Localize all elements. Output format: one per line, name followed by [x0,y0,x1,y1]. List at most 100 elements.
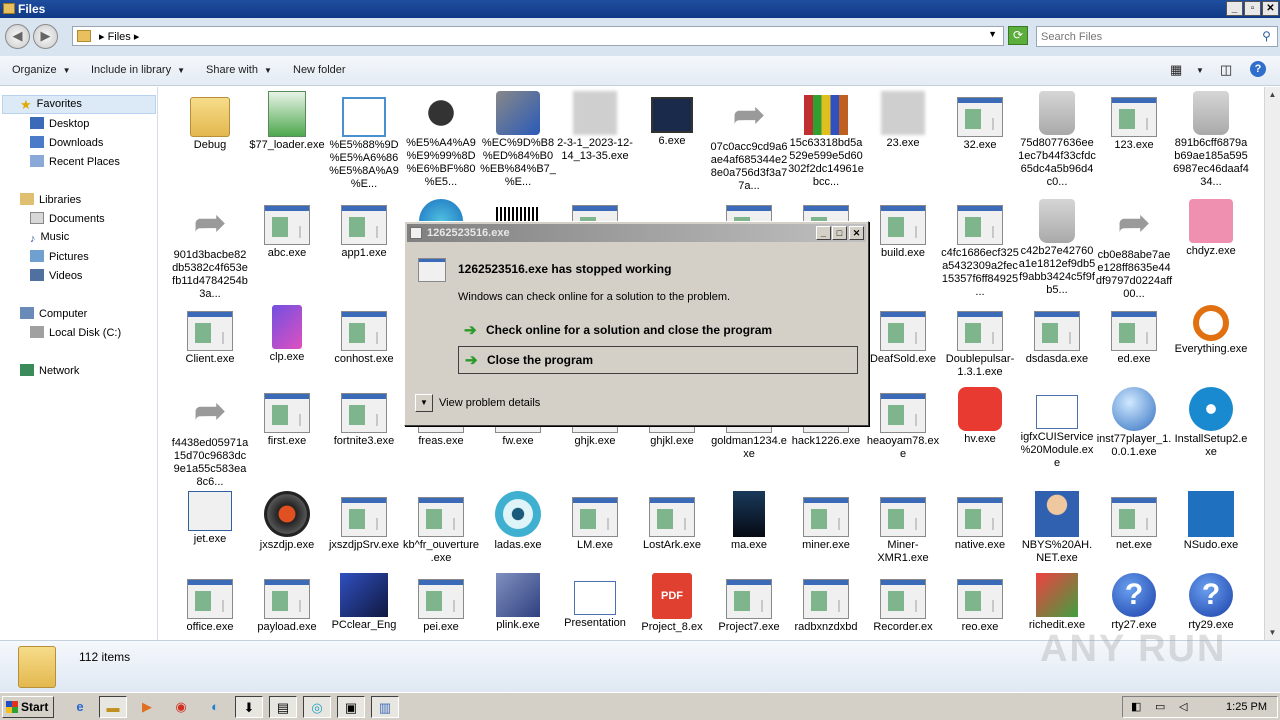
taskbar-app-button[interactable]: ▥ [371,696,399,718]
file-item[interactable]: LostArk.exe [633,491,711,552]
refresh-button[interactable]: ⟳ [1008,26,1028,45]
file-item[interactable]: first.exe [248,387,326,448]
file-item[interactable]: Everything.exe [1172,305,1250,356]
file-item[interactable]: 6.exe [633,91,711,148]
file-item[interactable]: office.exe [171,573,249,634]
sidebar-item-pictures[interactable]: Pictures [30,250,89,263]
back-button[interactable]: ◀ [5,24,30,49]
chrome-icon[interactable]: ◉ [167,696,195,718]
file-item[interactable]: ➦ 07c0acc9cd9a6ae4af685344e28e0a756d3f3a7… [710,91,788,193]
file-item[interactable]: build.exe [864,199,942,260]
sidebar-item-documents[interactable]: Documents [30,212,105,225]
file-item[interactable]: app1.exe [325,199,403,260]
file-item[interactable]: $77_loader.exe [248,91,326,152]
help-icon[interactable]: ? [1250,61,1266,77]
breadcrumb[interactable]: ▸ Files ▸ [99,30,139,43]
file-item[interactable]: pei.exe [402,573,480,634]
file-item[interactable]: clp.exe [248,305,326,364]
close-program-option[interactable]: ➔ Close the program [458,346,858,374]
minimize-button[interactable]: _ [1226,1,1243,16]
file-item[interactable]: abc.exe [248,199,326,260]
taskbar-app-button[interactable]: ⬇ [235,696,263,718]
sidebar-item-recent-places[interactable]: Recent Places [30,155,120,168]
file-item[interactable]: Debug [171,91,249,152]
sidebar-item-music[interactable]: ♪ Music [30,231,69,245]
search-input[interactable] [1041,29,1251,44]
file-item[interactable]: jxszdjpSrv.exe [325,491,403,552]
taskbar-app-button[interactable]: ▣ [337,696,365,718]
chevron-down-icon[interactable]: ▼ [415,394,433,413]
file-item[interactable]: %E5%88%9D%E5%A6%86%E5%8A%A9%E... [325,91,403,191]
file-item[interactable]: PCclear_Eng [325,573,403,632]
file-item[interactable]: ma.exe [710,491,788,552]
file-item[interactable]: igfxCUIService%20Module.exe [1018,387,1096,470]
file-item[interactable]: InstallSetup2.exe [1172,387,1250,459]
sidebar-item-desktop[interactable]: Desktop [30,117,89,130]
file-item[interactable]: PDF Project_8.ex [633,573,711,634]
file-item[interactable]: ➦ cb0e88abe7aee128ff8635e44df9797d0224aff… [1095,199,1173,301]
dialog-minimize-button[interactable]: _ [816,226,831,240]
file-item[interactable] [633,199,711,201]
file-item[interactable]: inst77player_1.0.0.1.exe [1095,387,1173,459]
new-folder-button[interactable]: New folder [293,64,346,76]
file-item[interactable]: conhost.exe [325,305,403,366]
media-player-icon[interactable]: ▶ [133,696,161,718]
file-item[interactable]: native.exe [941,491,1019,552]
maximize-button[interactable]: ▫ [1244,1,1261,16]
file-item[interactable]: plink.exe [479,573,557,632]
scroll-down-icon[interactable]: ▼ [1265,625,1280,640]
file-item[interactable]: LM.exe [556,491,634,552]
taskbar-app-button[interactable]: ◎ [303,696,331,718]
tray-icon[interactable]: ◧ [1131,700,1141,713]
close-button[interactable]: ✕ [1262,1,1279,16]
file-item[interactable]: 2-3-1_2023-12-14_13-35.exe [556,91,634,163]
scroll-up-icon[interactable]: ▲ [1265,87,1280,102]
sidebar-item-favorites[interactable]: ★ Favorites [20,97,82,112]
file-item[interactable]: 75d8077636ee1ec7b44f33cfdc65dc4a5b96d4c0… [1018,91,1096,189]
vertical-scrollbar[interactable]: ▲ ▼ [1264,87,1280,640]
file-item[interactable]: c42b27e42760a1e1812ef9db5f9abb3424c5f9fb… [1018,199,1096,297]
start-button[interactable]: Start [2,696,54,718]
file-item[interactable]: 23.exe [864,91,942,150]
file-item[interactable]: ? rty29.exe [1172,573,1250,632]
file-item[interactable]: dsdasda.exe [1018,305,1096,366]
view-problem-details[interactable]: ▼ View problem details [415,394,540,413]
file-item[interactable]: miner.exe [787,491,865,552]
file-item[interactable]: ed.exe [1095,305,1173,366]
file-item[interactable]: %E5%A4%A9%E9%99%8D%E6%BF%80%E5... [402,91,480,189]
sidebar-item-downloads[interactable]: Downloads [30,136,103,149]
file-item[interactable]: %EC%9D%B8%ED%84%B0%EB%84%B7_%E... [479,91,557,189]
address-bar[interactable]: ▸ Files ▸ ▼ [72,26,1004,46]
file-item[interactable]: Project7.exe [710,573,788,634]
file-item[interactable]: Recorder.ex [864,573,942,634]
file-item[interactable]: kb^fr_ouverture.exe [402,491,480,565]
chevron-down-icon[interactable]: ▼ [988,29,997,39]
file-item[interactable]: jet.exe [171,491,249,546]
file-item[interactable]: radbxnzdxbd [787,573,865,634]
explorer-taskbar-button[interactable]: ▬ [99,696,127,718]
check-online-option[interactable]: ➔ Check online for a solution and close t… [458,317,858,345]
file-item[interactable]: chdyz.exe [1172,199,1250,258]
file-item[interactable]: Client.exe [171,305,249,366]
file-item[interactable]: heaoyam78.exe [864,387,942,461]
share-with-button[interactable]: Share with ▼ [206,64,272,76]
organize-button[interactable]: Organize ▼ [12,64,71,76]
dialog-maximize-button[interactable]: □ [832,226,847,240]
volume-icon[interactable]: ◁ [1179,700,1187,713]
forward-button[interactable]: ▶ [33,24,58,49]
chevron-down-icon[interactable]: ▼ [1196,66,1204,75]
sidebar-item-videos[interactable]: Videos [30,269,82,282]
file-item[interactable]: 123.exe [1095,91,1173,152]
file-item[interactable]: DeafSold.exe [864,305,942,366]
file-item[interactable]: ➦ f4438ed05971a15d70c9683dc9e1a55c583ea8c… [171,387,249,489]
file-item[interactable]: hv.exe [941,387,1019,446]
search-box[interactable]: ⚲ [1036,26,1278,47]
file-item[interactable]: jxszdjp.exe [248,491,326,552]
file-item[interactable]: 15c63318bd5a529e599e5d60302f2dc14961ebcc… [787,91,865,189]
file-item[interactable]: Presentation [556,573,634,630]
sidebar-item-network[interactable]: Network [20,364,79,377]
file-item[interactable]: c4fc1686ecf325a5432309a2fec15357f6ff8492… [941,199,1019,299]
sidebar-item-libraries[interactable]: Libraries [20,193,81,206]
file-item[interactable]: reo.exe [941,573,1019,634]
preview-pane-icon[interactable]: ◫ [1220,62,1232,78]
